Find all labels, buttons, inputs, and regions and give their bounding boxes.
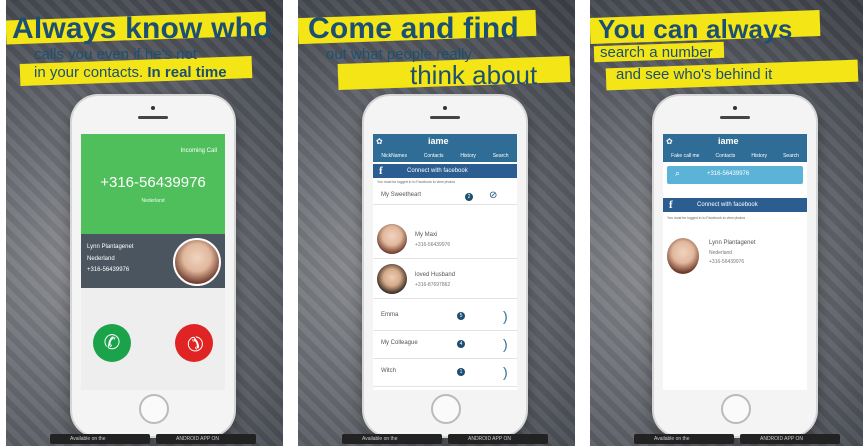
- app-search-screen: ✿ iame Fake call me Contacts History Sea…: [663, 134, 807, 390]
- store-badge-right[interactable]: ANDROID APP ON: [156, 434, 256, 444]
- screenshot-stage: Always know who calls you even if he's n…: [0, 0, 863, 446]
- home-button[interactable]: [139, 394, 169, 424]
- headline-line-3b: In real time: [147, 64, 227, 81]
- contact-avatar: [377, 264, 407, 294]
- store-badge-left[interactable]: Available on the: [50, 434, 150, 444]
- headline-line-1: Come and find: [308, 12, 519, 45]
- tab-nicknames[interactable]: NickNames: [381, 153, 407, 159]
- facebook-note: You must be logged in to Facebook to vie…: [667, 216, 746, 220]
- facebook-note: You must be logged in to Facebook to vie…: [377, 180, 456, 184]
- call-status: Incoming Call: [180, 148, 217, 154]
- caller-country-top: Nederland: [141, 198, 165, 204]
- facebook-connect-button[interactable]: f Connect with facebook: [373, 164, 517, 178]
- tab-contacts[interactable]: Contacts: [424, 153, 444, 159]
- promo-panel-3: You can always search a number and see w…: [590, 0, 863, 446]
- chevron-right-icon[interactable]: ): [503, 364, 508, 380]
- result-avatar: [667, 238, 699, 274]
- gear-icon[interactable]: ✿: [666, 137, 673, 146]
- tab-history[interactable]: History: [460, 153, 476, 159]
- contact-avatar: [377, 224, 407, 254]
- app-header: ✿ iame NickNames Contacts History Search: [373, 134, 517, 162]
- app-tabs: NickNames Contacts History Search: [373, 153, 517, 159]
- search-icon: ⌕: [675, 168, 681, 178]
- group-row[interactable]: My Colleague 4 ): [373, 332, 517, 359]
- headline-line-3: and see who's behind it: [616, 66, 773, 83]
- headline-line-1: You can always: [598, 14, 793, 44]
- store-badge-left[interactable]: Available on the: [634, 434, 734, 444]
- app-nicknames-screen: ✿ iame NickNames Contacts History Search…: [373, 134, 517, 390]
- incoming-call-screen: Incoming Call +316-56439976 Nederland Ly…: [81, 134, 225, 390]
- phone-mockup: ✿ iame Fake call me Contacts History Sea…: [654, 96, 816, 436]
- search-input[interactable]: ⌕ +316-56439976: [667, 166, 803, 184]
- tab-history[interactable]: History: [751, 153, 767, 159]
- headline-line-2: calls you even if he's not: [34, 46, 197, 63]
- app-header: ✿ iame Fake call me Contacts History Sea…: [663, 134, 807, 162]
- store-badge-left[interactable]: Available on the: [342, 434, 442, 444]
- home-button[interactable]: [431, 394, 461, 424]
- app-tabs: Fake call me Contacts History Search: [663, 153, 807, 159]
- tab-fake-call[interactable]: Fake call me: [671, 153, 699, 159]
- contact-row[interactable]: My Maxi +316-56439976: [373, 222, 517, 259]
- store-badge-right[interactable]: ANDROID APP ON: [740, 434, 840, 444]
- caller-name: Lynn Plantagenet: [87, 244, 134, 250]
- list-item[interactable]: My Sweetheart 2 ⊘: [373, 188, 517, 205]
- store-badge-right[interactable]: ANDROID APP ON: [448, 434, 548, 444]
- tab-contacts[interactable]: Contacts: [716, 153, 736, 159]
- chevron-right-icon[interactable]: ): [503, 336, 508, 352]
- caller-number-large: +316-56439976: [100, 174, 206, 191]
- promo-panel-2: Come and find out what people really thi…: [298, 0, 575, 446]
- caller-info-bar: Lynn Plantagenet Nederland +316-56439976: [81, 234, 225, 288]
- gear-icon[interactable]: ✿: [376, 137, 383, 146]
- facebook-connect-button[interactable]: f Connect with facebook: [663, 198, 807, 212]
- tab-search[interactable]: Search: [493, 153, 509, 159]
- tab-search[interactable]: Search: [783, 153, 799, 159]
- facebook-icon: f: [669, 199, 673, 211]
- promo-panel-1: Always know who calls you even if he's n…: [6, 0, 283, 446]
- contact-row[interactable]: loved Husband +316-87697862: [373, 262, 517, 299]
- headline-line-2: search a number: [600, 44, 713, 61]
- home-button[interactable]: [721, 394, 751, 424]
- accept-call-button[interactable]: ✆: [93, 324, 131, 362]
- caller-country: Nederland: [87, 256, 115, 262]
- app-logo: iame: [718, 136, 739, 146]
- headline-line-1: Always know who: [12, 12, 272, 45]
- block-icon[interactable]: ⊘: [489, 190, 497, 201]
- chevron-right-icon[interactable]: ): [503, 308, 508, 324]
- hangup-icon: ✆: [180, 329, 208, 357]
- group-row[interactable]: Witch 1 ): [373, 360, 517, 387]
- headline-line-3: think about: [410, 60, 538, 90]
- facebook-icon: f: [379, 165, 383, 177]
- decline-call-button[interactable]: ✆: [175, 324, 213, 362]
- phone-mockup: Incoming Call +316-56439976 Nederland Ly…: [72, 96, 234, 436]
- headline-line-3a: in your contacts.: [34, 64, 144, 81]
- caller-avatar: [173, 238, 221, 286]
- group-row[interactable]: Emma 5 ): [373, 304, 517, 331]
- caller-number: +316-56439976: [87, 267, 130, 273]
- search-result[interactable]: Lynn Plantagenet Nederland +316-56439976: [663, 232, 807, 280]
- phone-mockup: ✿ iame NickNames Contacts History Search…: [364, 96, 526, 436]
- phone-icon: ✆: [103, 332, 121, 354]
- app-logo: iame: [428, 136, 449, 146]
